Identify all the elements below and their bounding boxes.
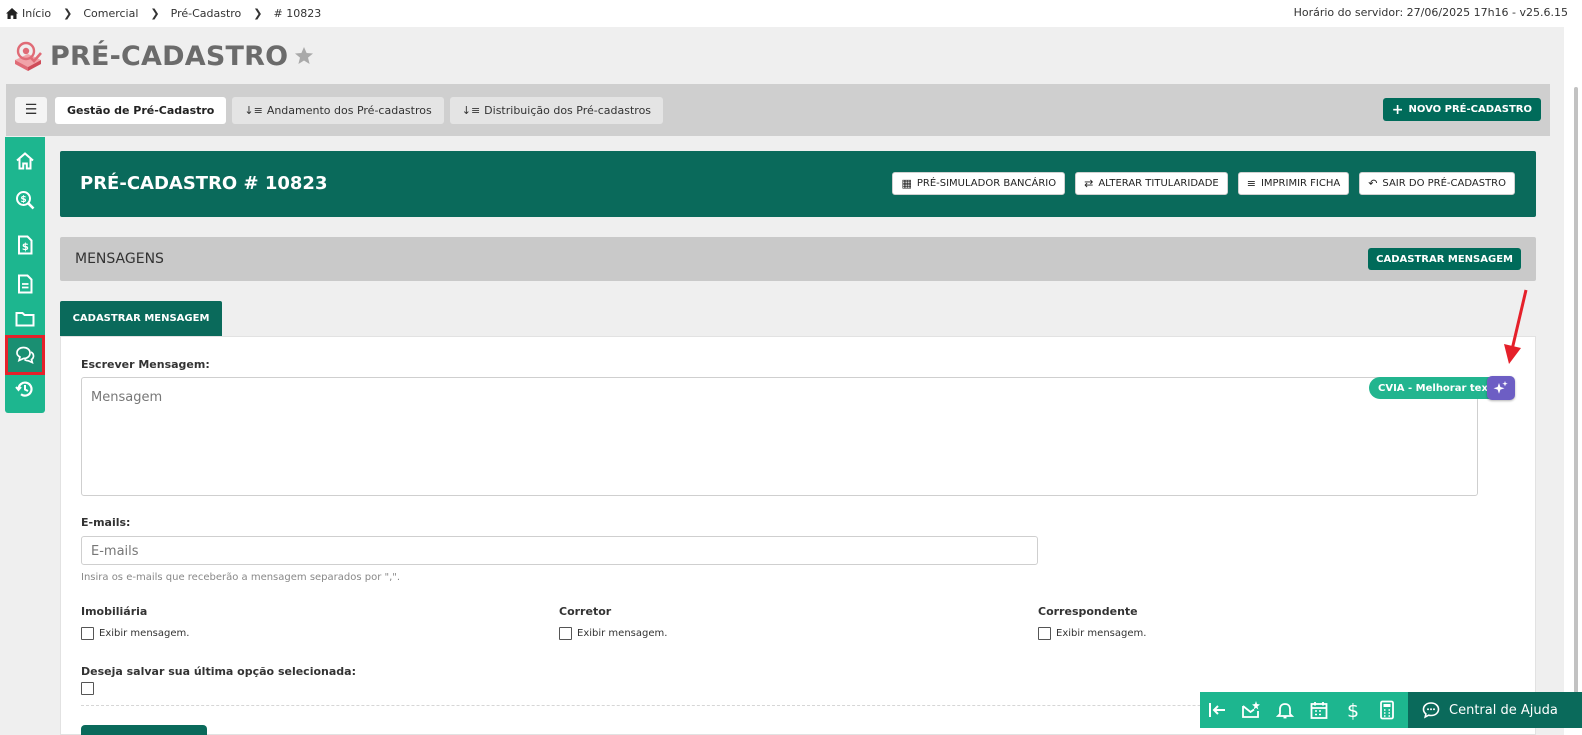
calendar-icon	[1310, 702, 1328, 719]
reply-icon: ↶	[1368, 177, 1378, 190]
emails-hint: Insira os e-mails que receberão a mensag…	[81, 572, 401, 583]
history-icon	[15, 381, 33, 397]
svg-text:$: $	[1347, 700, 1359, 720]
imprimir-ficha-button[interactable]: ≡ IMPRIMIR FICHA	[1237, 172, 1350, 195]
emails-label: E-mails:	[81, 516, 131, 529]
sort-icon: ↓≡	[461, 103, 481, 117]
breadcrumb-home[interactable]: Início	[6, 7, 51, 20]
calendar-button[interactable]	[1302, 692, 1336, 728]
chevron-right-icon: ❯	[253, 7, 263, 20]
save-option-label: Deseja salvar sua última opção seleciona…	[81, 665, 356, 678]
emails-placeholder: E-mails	[91, 544, 139, 559]
page-title: PRÉ-CADASTRO	[50, 40, 289, 72]
new-pre-cadastro-button[interactable]: + NOVO PRÉ-CADASTRO	[1382, 98, 1541, 121]
sidebar-item-invoice[interactable]: $	[5, 228, 45, 262]
page-header: PRÉ-CADASTRO	[12, 40, 314, 72]
breadcrumb-comercial[interactable]: Comercial	[83, 7, 138, 20]
scrollbar[interactable]	[1564, 27, 1582, 735]
collapse-left-icon	[1209, 703, 1225, 717]
message-form: Escrever Mensagem: Mensagem E-mails: E-m…	[60, 336, 1536, 735]
record-header: PRÉ-CADASTRO # 10823 ▦ PRÉ-SIMULADOR BANC…	[60, 151, 1536, 217]
submit-button[interactable]	[81, 725, 207, 735]
swap-icon: ⇄	[1084, 177, 1094, 190]
sidebar-item-history[interactable]	[5, 372, 45, 406]
correspondente-label: Correspondente	[1038, 605, 1138, 618]
bottom-toolbar: $ Central de Ajuda	[1200, 692, 1582, 728]
folder-icon	[15, 312, 35, 327]
left-sidebar: $ $	[5, 137, 45, 413]
cadastrar-mensagem-button[interactable]: CADASTRAR MENSAGEM	[1368, 248, 1521, 270]
home-icon	[16, 152, 34, 170]
corretor-checkbox[interactable]	[559, 627, 572, 640]
favorite-star-icon[interactable]	[294, 46, 314, 66]
svg-text:$: $	[22, 242, 29, 253]
pre-cadastro-logo-icon	[15, 41, 42, 71]
notifications-button[interactable]	[1268, 692, 1302, 728]
record-title: PRÉ-CADASTRO # 10823	[80, 173, 328, 194]
tab-cadastrar-mensagem[interactable]: CADASTRAR MENSAGEM	[60, 301, 222, 336]
chat-help-icon	[1422, 702, 1440, 719]
mail-star-button[interactable]	[1234, 692, 1268, 728]
breadcrumb: Início ❯ Comercial ❯ Pré-Cadastro ❯ # 10…	[6, 7, 321, 20]
sidebar-item-search[interactable]: $	[5, 183, 45, 217]
sidebar-item-document[interactable]	[5, 267, 45, 301]
chevron-right-icon: ❯	[63, 7, 73, 20]
breadcrumb-current: # 10823	[273, 7, 322, 20]
sort-icon: ↓≡	[244, 103, 263, 117]
section-title: MENSAGENS	[75, 251, 164, 267]
tab-andamento[interactable]: ↓≡ Andamento dos Pré-cadastros	[232, 96, 444, 124]
top-bar: Início ❯ Comercial ❯ Pré-Cadastro ❯ # 10…	[0, 0, 1582, 27]
imobiliaria-checkbox-label: Exibir mensagem.	[99, 628, 190, 639]
dollar-icon: $	[1347, 700, 1359, 720]
breadcrumb-pre-cadastro[interactable]: Pré-Cadastro	[171, 7, 242, 20]
hamburger-menu-button[interactable]: ☰	[15, 97, 47, 123]
message-placeholder: Mensagem	[91, 390, 163, 405]
cvia-improve-text-button[interactable]	[1487, 376, 1515, 400]
calculator-button[interactable]	[1370, 692, 1404, 728]
messages-section-header: MENSAGENS CADASTRAR MENSAGEM	[60, 237, 1536, 281]
mail-star-icon	[1242, 701, 1260, 718]
calculator-icon: ▦	[901, 177, 912, 190]
imobiliaria-checkbox[interactable]	[81, 627, 94, 640]
save-option-checkbox[interactable]	[81, 682, 94, 695]
bell-icon	[1275, 703, 1295, 719]
tab-distribuicao[interactable]: ↓≡ Distribuição dos Pré-cadastros	[449, 96, 664, 124]
message-textarea[interactable]: Mensagem	[81, 377, 1478, 496]
imobiliaria-label: Imobiliária	[81, 605, 148, 618]
record-actions: ▦ PRÉ-SIMULADOR BANCÁRIO ⇄ ALTERAR TITULAR…	[882, 172, 1515, 195]
invoice-icon: $	[18, 235, 33, 255]
scrollbar-thumb[interactable]	[1574, 87, 1578, 727]
svg-text:$: $	[20, 195, 26, 205]
sidebar-item-messages[interactable]	[5, 335, 45, 375]
menu-icon: ☰	[24, 102, 38, 118]
server-time: Horário do servidor: 27/06/2025 17h16 - …	[1293, 6, 1568, 19]
messages-icon	[16, 346, 35, 365]
list-icon: ≡	[1246, 177, 1256, 190]
sidebar-item-home[interactable]	[5, 144, 45, 178]
sidebar-item-folder[interactable]	[5, 302, 45, 336]
chevron-right-icon: ❯	[150, 7, 160, 20]
message-label: Escrever Mensagem:	[81, 358, 210, 371]
collapse-left-button[interactable]	[1200, 692, 1234, 728]
correspondente-checkbox[interactable]	[1038, 627, 1051, 640]
document-icon	[18, 274, 33, 294]
help-center-button[interactable]: Central de Ajuda	[1408, 692, 1582, 728]
search-money-icon: $	[16, 191, 35, 210]
sparkles-icon	[1493, 381, 1508, 394]
emails-input[interactable]: E-mails	[81, 536, 1038, 565]
corretor-label: Corretor	[559, 605, 612, 618]
pre-simulador-button[interactable]: ▦ PRÉ-SIMULADOR BANCÁRIO	[892, 172, 1066, 195]
correspondente-checkbox-label: Exibir mensagem.	[1056, 628, 1147, 639]
calculator-icon	[1380, 700, 1394, 720]
red-arrow-annotation	[1504, 289, 1528, 364]
alterar-titularidade-button[interactable]: ⇄ ALTERAR TITULARIDADE	[1075, 172, 1228, 195]
tabs-bar: ☰ Gestão de Pré-Cadastro ↓≡ Andamento dos…	[6, 84, 1550, 136]
sair-button[interactable]: ↶ SAIR DO PRÉ-CADASTRO	[1359, 172, 1515, 195]
financial-button[interactable]: $	[1336, 692, 1370, 728]
plus-icon: +	[1391, 101, 1404, 118]
tab-gestao[interactable]: Gestão de Pré-Cadastro	[55, 96, 227, 124]
home-icon	[6, 8, 18, 19]
corretor-checkbox-label: Exibir mensagem.	[577, 628, 668, 639]
